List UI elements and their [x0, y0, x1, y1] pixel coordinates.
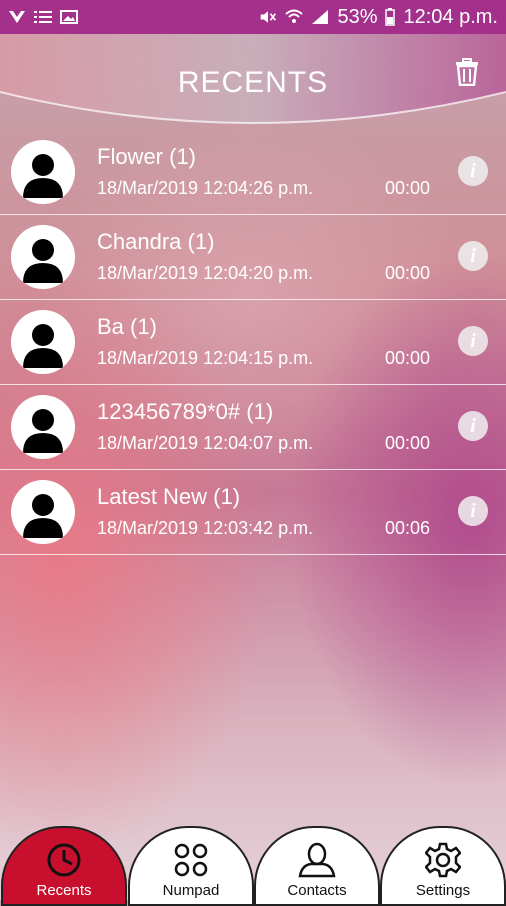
info-glyph: i	[470, 159, 476, 182]
info-glyph: i	[470, 414, 476, 437]
info-icon[interactable]: i	[458, 411, 488, 441]
info-icon[interactable]: i	[458, 326, 488, 356]
call-datetime: 18/Mar/2019 12:03:42 p.m.	[97, 518, 314, 538]
clock: 12:04 p.m.	[403, 5, 498, 28]
numpad-icon	[174, 843, 208, 877]
call-duration: 00:00	[385, 433, 431, 453]
tab-label: Numpad	[162, 882, 220, 899]
battery-percent: 53%	[337, 5, 378, 28]
status-bar-left	[8, 9, 78, 25]
image-icon	[60, 9, 78, 25]
tab-label: Settings	[415, 882, 471, 899]
tab-recents[interactable]: Recents	[1, 826, 127, 906]
list-item[interactable]: 123456789*0# (1) 18/Mar/2019 12:04:07 p.…	[0, 385, 506, 470]
avatar	[11, 310, 75, 374]
tab-label: Recents	[36, 882, 92, 899]
mute-icon	[259, 9, 277, 25]
contact-icon	[298, 842, 336, 878]
call-duration: 00:06	[385, 518, 431, 538]
contact-name: Chandra (1)	[97, 229, 215, 254]
list-item[interactable]: Chandra (1) 18/Mar/2019 12:04:20 p.m. 00…	[0, 215, 506, 300]
clock-icon	[47, 843, 81, 877]
call-duration: 00:00	[385, 263, 431, 283]
call-datetime: 18/Mar/2019 12:04:15 p.m.	[97, 348, 314, 368]
trash-icon[interactable]	[454, 58, 480, 87]
list-item[interactable]: Latest New (1) 18/Mar/2019 12:03:42 p.m.…	[0, 470, 506, 555]
avatar	[11, 480, 75, 544]
list-icon	[34, 9, 52, 25]
avatar	[11, 140, 75, 204]
status-bar-right: 53% 12:04 p.m.	[259, 6, 498, 29]
wifi-icon	[285, 9, 304, 25]
page-title: RECENTS	[177, 66, 329, 99]
contact-name: 123456789*0# (1)	[97, 399, 274, 424]
tab-numpad[interactable]: Numpad	[128, 826, 254, 906]
bottom-tab-bar: Recents Numpad Contacts Settings	[0, 826, 506, 906]
battery-icon	[385, 8, 396, 26]
info-glyph: i	[470, 244, 476, 267]
info-glyph: i	[470, 499, 476, 522]
recents-list: Flower (1) 18/Mar/2019 12:04:26 p.m. 00:…	[0, 130, 506, 555]
tab-contacts[interactable]: Contacts	[254, 826, 380, 906]
call-datetime: 18/Mar/2019 12:04:26 p.m.	[97, 178, 314, 198]
vpn-icon	[8, 9, 26, 25]
info-glyph: i	[470, 329, 476, 352]
info-icon[interactable]: i	[458, 496, 488, 526]
signal-icon	[311, 9, 329, 25]
info-icon[interactable]: i	[458, 241, 488, 271]
list-item[interactable]: Ba (1) 18/Mar/2019 12:04:15 p.m. 00:00 i	[0, 300, 506, 385]
status-bar: 53% 12:04 p.m.	[0, 0, 506, 34]
list-item[interactable]: Flower (1) 18/Mar/2019 12:04:26 p.m. 00:…	[0, 130, 506, 215]
avatar	[11, 225, 75, 289]
call-duration: 00:00	[385, 178, 431, 198]
info-icon[interactable]: i	[458, 156, 488, 186]
tab-label: Contacts	[287, 882, 347, 899]
avatar	[11, 395, 75, 459]
call-datetime: 18/Mar/2019 12:04:07 p.m.	[97, 433, 314, 453]
contact-name: Ba (1)	[97, 314, 157, 339]
call-datetime: 18/Mar/2019 12:04:20 p.m.	[97, 263, 314, 283]
header: RECENTS	[0, 34, 506, 126]
contact-name: Flower (1)	[97, 144, 197, 169]
call-duration: 00:00	[385, 348, 431, 368]
contact-name: Latest New (1)	[97, 484, 241, 509]
tab-settings[interactable]: Settings	[380, 826, 506, 906]
gear-icon	[425, 842, 461, 878]
